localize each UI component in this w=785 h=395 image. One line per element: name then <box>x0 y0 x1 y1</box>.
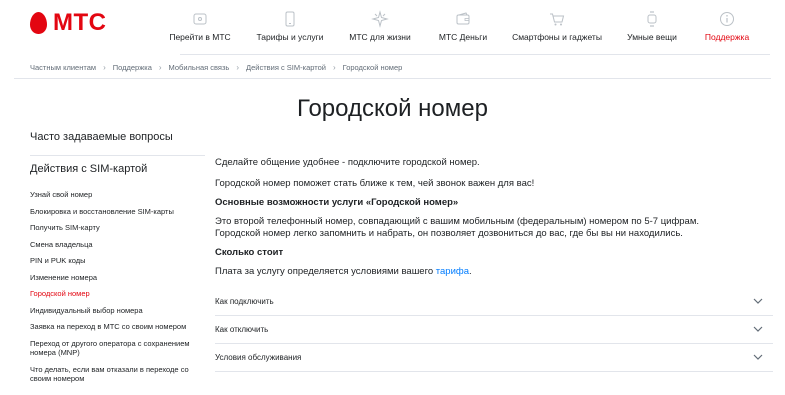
chevron-right-icon: › <box>103 63 106 72</box>
chevron-down-icon <box>753 326 763 332</box>
price-heading: Сколько стоит <box>215 247 284 258</box>
nav-item-mts-money[interactable]: МТС Деньги <box>418 0 508 55</box>
sidebar-item-choose-number[interactable]: Индивидуальный выбор номера <box>30 306 205 316</box>
sidebar-heading: Действия с SIM-картой <box>30 163 148 175</box>
features-heading: Основные возможности услуги «Городской н… <box>215 197 459 208</box>
tariff-link[interactable]: тарифа <box>436 266 469 277</box>
header: МТС Перейти в МТС Тарифы и услуги МТС дл… <box>0 0 785 55</box>
accordion-item-service-terms[interactable]: Условия обслуживания <box>215 344 773 372</box>
chevron-right-icon: › <box>332 63 336 72</box>
mobile-icon <box>193 13 207 25</box>
nav-item-support[interactable]: Поддержка <box>692 0 762 55</box>
price-text-main: Плата за услугу определяется условиями в… <box>215 266 436 277</box>
price-text-end: . <box>469 266 472 277</box>
nav-label: Смартфоны и гаджеты <box>512 32 602 42</box>
nav-label: Умные вещи <box>627 32 677 42</box>
nav-label: Перейти в МТС <box>169 32 231 42</box>
cart-icon <box>550 13 565 26</box>
phone-icon <box>285 11 295 27</box>
nav-item-tariffs[interactable]: Тарифы и услуги <box>245 0 335 55</box>
chevron-down-icon <box>753 298 763 304</box>
header-divider <box>180 54 770 55</box>
sidebar-item-block-sim[interactable]: Блокировка и восстановление SIM-карты <box>30 207 205 217</box>
sidebar-item-switch-request[interactable]: Заявка на переход в МТС со своим номером <box>30 322 205 332</box>
sidebar-divider <box>30 155 205 156</box>
breadcrumb-divider <box>14 78 771 79</box>
nav-label: Тарифы и услуги <box>256 32 324 42</box>
sidebar-item-get-sim[interactable]: Получить SIM-карту <box>30 223 205 233</box>
chevron-down-icon <box>753 354 763 360</box>
accordion-label: Как подключить <box>215 297 274 306</box>
nav-label: МТС Деньги <box>438 32 488 42</box>
sparkle-icon <box>371 10 389 28</box>
main-nav: Перейти в МТС Тарифы и услуги МТС для жи… <box>0 0 785 55</box>
intro-text: Сделайте общение удобнее - подключите го… <box>215 157 480 168</box>
nav-item-smart-things[interactable]: Умные вещи <box>612 0 692 55</box>
chevron-right-icon: › <box>236 63 240 72</box>
breadcrumb-item[interactable]: Действия с SIM-картой <box>246 63 326 72</box>
breadcrumb-item[interactable]: Частным клиентам <box>30 63 96 72</box>
sidebar-item-change-owner[interactable]: Смена владельца <box>30 240 205 250</box>
accordion-label: Условия обслуживания <box>215 353 302 362</box>
nav-item-go-to-mts[interactable]: Перейти в МТС <box>155 0 245 55</box>
breadcrumb-item[interactable]: Поддержка <box>113 63 152 72</box>
breadcrumb: Частным клиентам › Поддержка › Мобильная… <box>30 63 402 72</box>
accordion-label: Как отключить <box>215 325 269 334</box>
info-icon <box>720 12 734 26</box>
features-text-line-1: Это второй телефонный номер, совпадающий… <box>215 216 700 227</box>
faq-link[interactable]: Часто задаваемые вопросы <box>30 131 173 143</box>
price-text: Плата за услугу определяется условиями в… <box>215 266 472 278</box>
sidebar-item-pin-puk[interactable]: PIN и PUK коды <box>30 256 205 266</box>
breadcrumb-item[interactable]: Мобильная связь <box>169 63 230 72</box>
features-text-line-2: Городской номер легко запомнить и набрат… <box>215 228 683 239</box>
sidebar-item-change-number[interactable]: Изменение номера <box>30 273 205 283</box>
page-title: Городской номер <box>297 95 488 122</box>
watch-icon <box>647 11 657 27</box>
nav-label: МТС для жизни <box>349 32 411 42</box>
nav-item-mts-for-life[interactable]: МТС для жизни <box>335 0 425 55</box>
sidebar-item-mnp[interactable]: Переход от другого оператора с сохранени… <box>30 339 205 358</box>
accordion-item-how-to-connect[interactable]: Как подключить <box>215 288 773 316</box>
nav-label: Поддержка <box>704 32 750 42</box>
sidebar-item-city-number[interactable]: Городской номер <box>30 289 205 299</box>
intro-text-2: Городской номер поможет стать ближе к те… <box>215 178 535 189</box>
sidebar-item-find-number[interactable]: Узнай свой номер <box>30 190 205 200</box>
breadcrumb-current: Городской номер <box>342 63 403 72</box>
wallet-icon <box>456 12 470 25</box>
sidebar-item-refused[interactable]: Что делать, если вам отказали в переходе… <box>30 365 205 384</box>
sidebar-list: Узнай свой номер Блокировка и восстановл… <box>30 190 205 384</box>
accordion-item-how-to-disconnect[interactable]: Как отключить <box>215 316 773 344</box>
nav-item-smartphones[interactable]: Смартфоны и гаджеты <box>502 0 612 55</box>
chevron-right-icon: › <box>158 63 162 72</box>
